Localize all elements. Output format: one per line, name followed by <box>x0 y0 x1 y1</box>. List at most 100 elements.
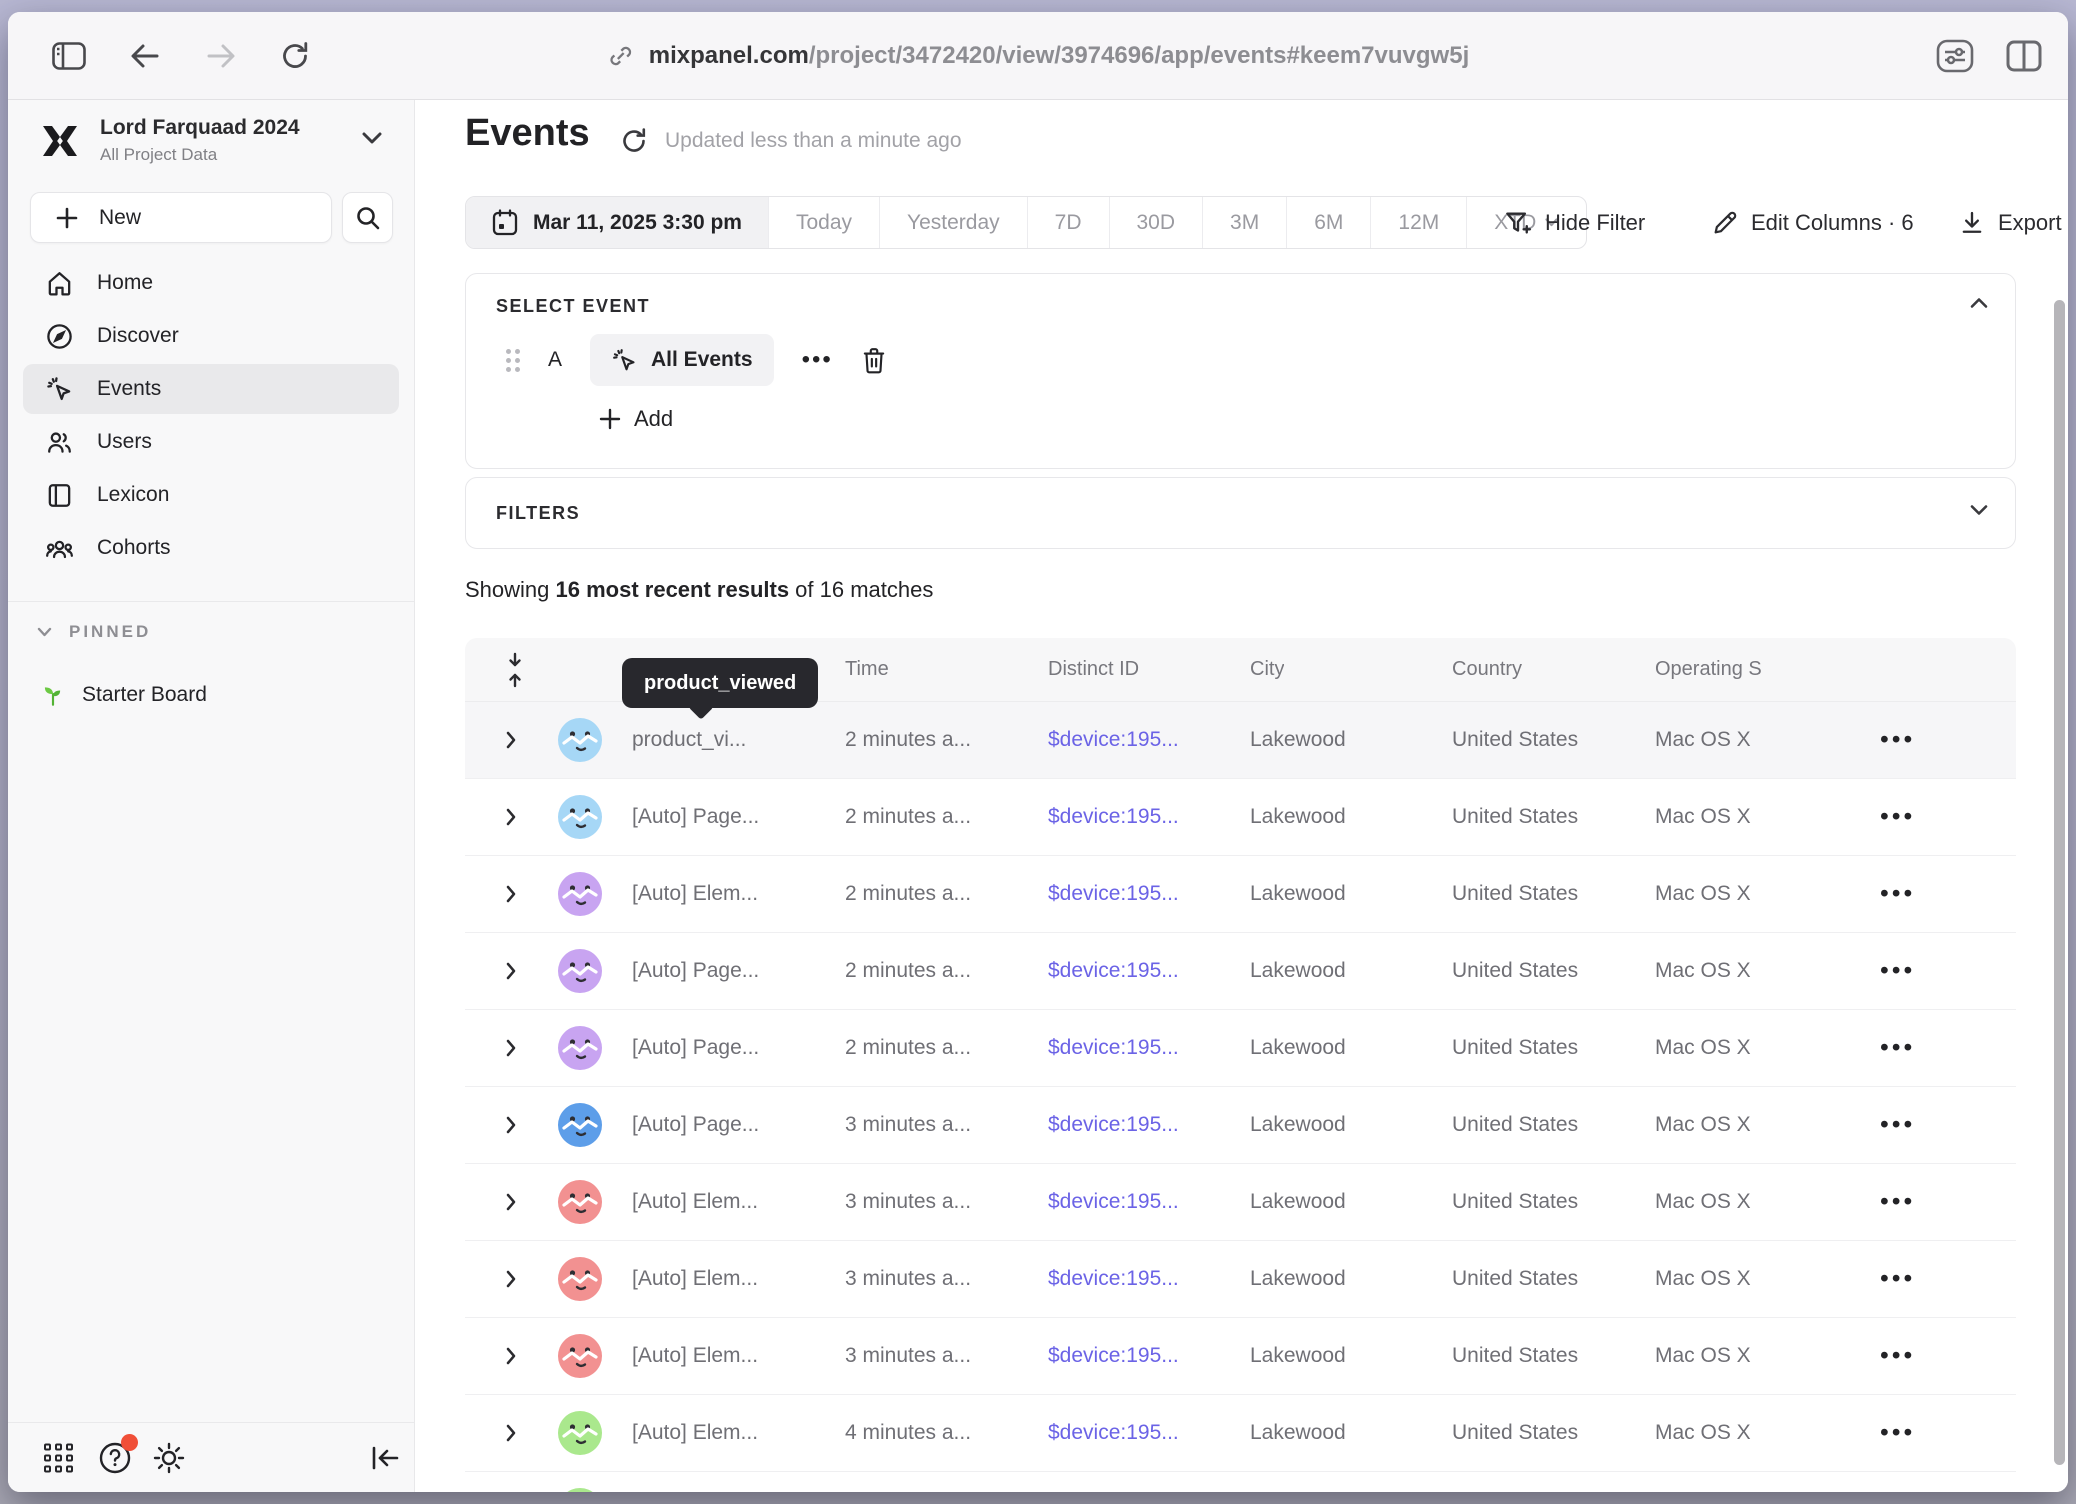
distinct-id-link[interactable]: $device:195... <box>1048 959 1179 983</box>
filters-panel[interactable]: FILTERS <box>465 477 2016 549</box>
table-row[interactable]: [Auto] Elem... 3 minutes a... $device:19… <box>465 1164 2016 1241</box>
table-row[interactable]: [Auto] Elem... 3 minutes a... $device:19… <box>465 1241 2016 1318</box>
row-actions-button[interactable]: ••• <box>1880 726 1915 755</box>
chevron-down-icon[interactable] <box>1969 503 1989 517</box>
sidebar-item-lexicon[interactable]: Lexicon <box>23 470 399 520</box>
row-actions-button[interactable]: ••• <box>1880 1111 1915 1140</box>
event-time: 2 minutes a... <box>845 728 971 752</box>
row-actions-button[interactable]: ••• <box>1880 803 1915 832</box>
expand-row-chevron-icon[interactable] <box>505 1269 517 1289</box>
table-row[interactable]: [Auto] Page... 3 minutes a... $device:19… <box>465 1087 2016 1164</box>
preset-30d[interactable]: 30D <box>1109 197 1203 248</box>
expand-row-chevron-icon[interactable] <box>505 961 517 981</box>
row-actions-button[interactable]: ••• <box>1880 957 1915 986</box>
refresh-icon[interactable] <box>620 127 648 155</box>
row-actions-button[interactable]: ••• <box>1880 880 1915 909</box>
preset-3m[interactable]: 3M <box>1202 197 1286 248</box>
preset-7d[interactable]: 7D <box>1027 197 1109 248</box>
table-row[interactable]: [Auto] Elem... 3 minutes a... $device:19… <box>465 1318 2016 1395</box>
sidebar-item-users[interactable]: Users <box>23 417 399 467</box>
vertical-scrollbar[interactable] <box>2054 300 2065 1465</box>
more-options-button[interactable]: ••• <box>802 355 833 365</box>
table-row[interactable]: [Auto] Elem... 4 minutes a... $device:19… <box>465 1395 2016 1472</box>
help-icon[interactable] <box>98 1441 132 1475</box>
pinned-section-header[interactable]: PINNED <box>36 622 151 642</box>
main-content: Events Updated less than a minute ago Ma… <box>415 100 2068 1492</box>
add-event-button[interactable]: Add <box>598 406 673 432</box>
column-header-country[interactable]: Country <box>1452 658 1522 681</box>
preset-today[interactable]: Today <box>768 197 879 248</box>
expand-row-chevron-icon[interactable] <box>505 807 517 827</box>
table-row[interactable]: [Auto] Page... 2 minutes a... $device:19… <box>465 933 2016 1010</box>
distinct-id-link[interactable]: $device:195... <box>1048 1267 1179 1291</box>
hide-filter-button[interactable]: Hide Filter <box>1503 196 1645 249</box>
apps-grid-icon[interactable] <box>44 1443 73 1472</box>
row-actions-button[interactable]: ••• <box>1880 1265 1915 1294</box>
event-name: [Auto] Elem... <box>632 1267 758 1291</box>
date-picker-button[interactable]: Mar 11, 2025 3:30 pm <box>466 197 768 248</box>
event-selector-chip[interactable]: All Events <box>590 334 774 386</box>
event-chip-label: All Events <box>651 348 753 372</box>
back-button-icon[interactable] <box>130 43 160 69</box>
column-header-city[interactable]: City <box>1250 658 1284 681</box>
distinct-id-link[interactable]: $device:195... <box>1048 805 1179 829</box>
page-settings-icon[interactable] <box>1936 39 1974 73</box>
trash-icon[interactable] <box>861 346 887 374</box>
edit-columns-button[interactable]: Edit Columns · 6 <box>1711 196 1914 249</box>
preset-12m[interactable]: 12M <box>1370 197 1466 248</box>
table-row[interactable]: [Auto] Page... 2 minutes a... $device:19… <box>465 779 2016 856</box>
expand-row-chevron-icon[interactable] <box>505 1038 517 1058</box>
reload-button-icon[interactable] <box>280 41 310 71</box>
browser-sidebar-toggle-icon[interactable] <box>52 42 86 70</box>
distinct-id-link[interactable]: $device:195... <box>1048 1036 1179 1060</box>
sidebar-item-events[interactable]: Events <box>23 364 399 414</box>
column-header-distinct-id[interactable]: Distinct ID <box>1048 658 1139 681</box>
export-button[interactable]: Export <box>1958 196 2062 249</box>
chevron-up-icon[interactable] <box>1969 296 1989 310</box>
project-switcher[interactable]: Lord Farquaad 2024 All Project Data <box>8 116 414 172</box>
collapse-sidebar-icon[interactable] <box>370 1445 400 1471</box>
download-icon <box>1958 209 1986 237</box>
sidebar-item-cohorts[interactable]: Cohorts <box>23 523 399 573</box>
column-header-os[interactable]: Operating S <box>1655 658 1762 681</box>
row-actions-button[interactable]: ••• <box>1880 1419 1915 1448</box>
expand-row-chevron-icon[interactable] <box>505 1192 517 1212</box>
sidebar-item-label: Events <box>97 377 161 401</box>
sidebar-item-starter-board[interactable]: Starter Board <box>40 682 207 708</box>
sidebar-item-home[interactable]: Home <box>23 258 399 308</box>
expand-row-chevron-icon[interactable] <box>505 730 517 750</box>
column-header-time[interactable]: Time <box>845 658 889 681</box>
distinct-id-link[interactable]: $device:195... <box>1048 882 1179 906</box>
split-view-icon[interactable] <box>2006 40 2042 72</box>
add-label: Add <box>634 406 673 432</box>
sidebar-item-discover[interactable]: Discover <box>23 311 399 361</box>
event-country: United States <box>1452 1036 1578 1060</box>
distinct-id-link[interactable]: $device:195... <box>1048 1113 1179 1137</box>
table-row[interactable]: [Auto] Elem... 2 minutes a... $device:19… <box>465 856 2016 933</box>
expand-row-chevron-icon[interactable] <box>505 884 517 904</box>
distinct-id-link[interactable]: $device:195... <box>1048 1344 1179 1368</box>
gear-icon[interactable] <box>152 1441 186 1475</box>
expand-row-chevron-icon[interactable] <box>505 1346 517 1366</box>
forward-button-icon[interactable] <box>206 43 236 69</box>
preset-yesterday[interactable]: Yesterday <box>879 197 1027 248</box>
row-actions-button[interactable]: ••• <box>1880 1342 1915 1371</box>
page-title: Events <box>465 112 590 155</box>
row-actions-button[interactable]: ••• <box>1880 1034 1915 1063</box>
expand-row-chevron-icon[interactable] <box>505 1115 517 1135</box>
new-button[interactable]: New <box>30 192 332 243</box>
project-name: Lord Farquaad 2024 <box>100 116 300 140</box>
distinct-id-link[interactable]: $device:195... <box>1048 1421 1179 1445</box>
collapse-all-icon[interactable] <box>505 652 525 688</box>
drag-handle[interactable] <box>506 349 520 372</box>
table-row[interactable]: [Auto] Page... 2 minutes a... $device:19… <box>465 1010 2016 1087</box>
distinct-id-link[interactable]: $device:195... <box>1048 728 1179 752</box>
row-actions-button[interactable]: ••• <box>1880 1188 1915 1217</box>
distinct-id-link[interactable]: $device:195... <box>1048 1190 1179 1214</box>
search-button[interactable] <box>342 192 393 243</box>
preset-6m[interactable]: 6M <box>1286 197 1370 248</box>
address-bar[interactable]: mixpanel.com/project/3472420/view/397469… <box>607 42 1469 70</box>
expand-row-chevron-icon[interactable] <box>505 1423 517 1443</box>
table-row[interactable] <box>465 1472 2016 1492</box>
url-host: mixpanel.com <box>649 42 809 69</box>
